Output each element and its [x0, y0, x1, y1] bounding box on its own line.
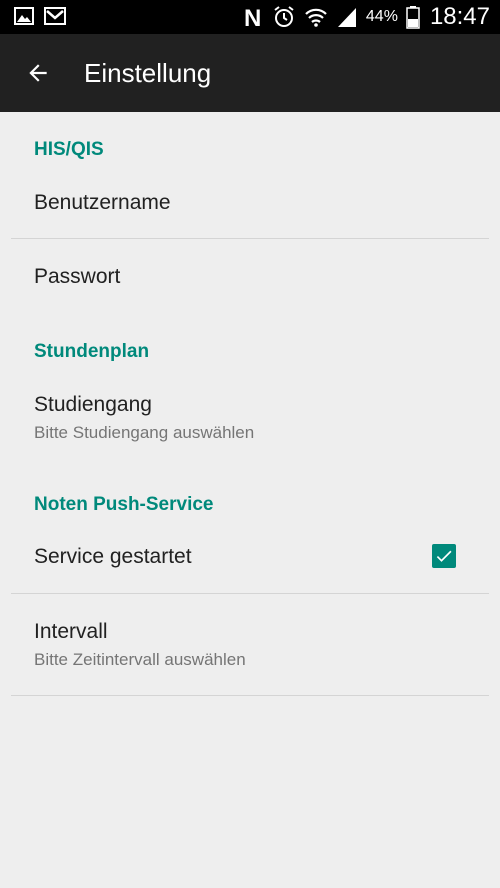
pref-benutzername-title: Benutzername	[34, 191, 171, 214]
category-stundenplan: Stundenplan	[34, 341, 150, 362]
pref-benutzername[interactable]: Benutzername	[0, 178, 500, 238]
gallery-icon	[14, 7, 34, 25]
nfc-icon: N	[242, 5, 264, 29]
alarm-icon	[272, 5, 296, 29]
signal-icon	[336, 6, 358, 28]
arrow-back-icon	[29, 64, 47, 82]
pref-studiengang-summary: Bitte Studiengang auswählen	[34, 423, 255, 442]
pref-passwort[interactable]: Passwort	[0, 239, 500, 311]
battery-icon	[406, 5, 420, 29]
category-noten-push-service: Noten Push-Service	[34, 494, 214, 515]
pref-passwort-title: Passwort	[34, 265, 121, 288]
app-bar: Einstellung	[0, 34, 500, 112]
status-bar-left	[14, 7, 66, 25]
pref-intervall-summary: Bitte Zeitintervall auswählen	[34, 650, 246, 669]
service-checkbox[interactable]	[432, 544, 456, 568]
pref-intervall[interactable]: Intervall Bitte Zeitintervall auswählen	[0, 594, 500, 694]
pref-service-title: Service gestartet	[34, 545, 192, 568]
category-his-qis: HIS/QIS	[34, 139, 104, 160]
checkmark-icon	[436, 550, 452, 562]
battery-percent: 44%	[365, 8, 398, 25]
clock: 18:47	[429, 3, 490, 30]
gmail-icon	[44, 7, 66, 25]
status-bar: N 44% 18:47	[0, 0, 500, 34]
pref-service-gestartet[interactable]: Service gestartet	[0, 530, 500, 592]
svg-text:N: N	[244, 5, 261, 29]
pref-studiengang[interactable]: Studiengang Bitte Studiengang auswählen	[0, 378, 500, 458]
wifi-icon	[304, 6, 328, 28]
back-button[interactable]	[14, 51, 62, 95]
status-bar-right: N 44% 18:47	[242, 0, 490, 34]
pref-intervall-title: Intervall	[34, 620, 108, 643]
pref-studiengang-title: Studiengang	[34, 393, 152, 416]
page-title: Einstellung	[84, 58, 212, 88]
divider	[11, 695, 489, 696]
